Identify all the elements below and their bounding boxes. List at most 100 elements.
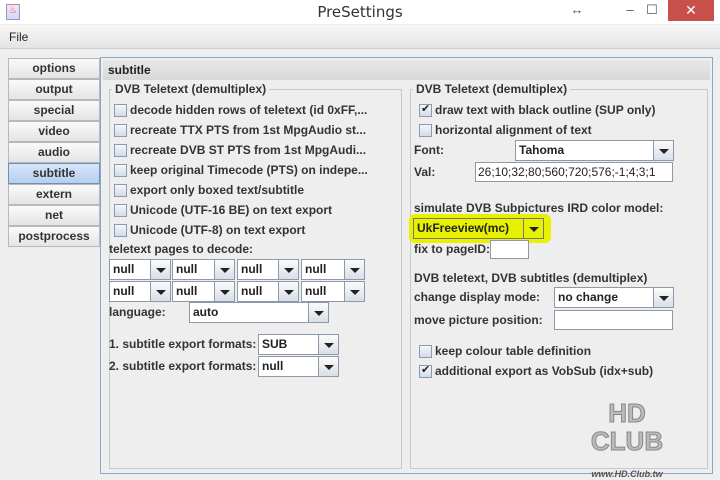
chevron-down-icon: [318, 335, 338, 354]
unicode-utf16-checkbox[interactable]: [114, 204, 127, 217]
page-value: null: [113, 262, 135, 276]
move-position-input[interactable]: [554, 310, 673, 330]
tab-video[interactable]: video: [8, 121, 100, 142]
page-select-4[interactable]: null: [301, 259, 365, 280]
export2-value: null: [262, 359, 284, 373]
page-select-5[interactable]: null: [109, 281, 171, 302]
font-select[interactable]: Tahoma: [515, 140, 674, 161]
chevron-down-icon: [214, 260, 234, 279]
simulate-label: simulate DVB Subpictures IRD color model…: [414, 201, 664, 215]
recreate-ttx-pts-label: recreate TTX PTS from 1st MpgAudio st...: [130, 123, 367, 137]
watermark-text: HD CLUB: [590, 398, 664, 456]
page-select-6[interactable]: null: [172, 281, 235, 302]
minimize-button[interactable]: –: [620, 2, 640, 17]
chevron-down-icon: [653, 288, 673, 307]
tab-options[interactable]: options: [8, 58, 100, 79]
menu-file[interactable]: File: [9, 30, 28, 44]
export1-select[interactable]: SUB: [258, 334, 339, 355]
tab-audio[interactable]: audio: [8, 142, 100, 163]
display-mode-value: no change: [558, 290, 619, 304]
chevron-down-icon: [344, 260, 364, 279]
val-input[interactable]: 26;10;32;80;560;720;576;-1;4;3;1: [475, 162, 673, 182]
val-label: Val:: [414, 165, 436, 179]
black-outline-checkbox[interactable]: [419, 102, 432, 117]
page-select-1[interactable]: null: [109, 259, 171, 280]
display-mode-select[interactable]: no change: [554, 287, 674, 308]
unicode-utf8-label: Unicode (UTF-8) on text export: [130, 223, 306, 237]
move-position-label: move picture position:: [414, 313, 543, 327]
chevron-down-icon: [318, 357, 338, 376]
page-value: null: [176, 284, 198, 298]
close-button[interactable]: ✕: [668, 0, 714, 21]
pages-label: teletext pages to decode:: [109, 242, 254, 256]
panel-header: subtitle: [103, 60, 710, 80]
hdclub-watermark-logo: HD CLUB www.HD.Club.tw: [582, 393, 672, 480]
title-bar: ♨ PreSettings ↔ – ☐ ✕: [0, 0, 720, 24]
black-outline-label: draw text with black outline (SUP only): [435, 103, 656, 117]
pageid-input[interactable]: [490, 240, 529, 259]
watermark-url: www.HD.Club.tw: [591, 469, 663, 479]
chevron-down-icon: [278, 260, 298, 279]
font-label: Font:: [414, 143, 444, 157]
page-value: null: [241, 262, 263, 276]
tab-postprocess[interactable]: postprocess: [8, 226, 100, 247]
tab-extern[interactable]: extern: [8, 184, 100, 205]
keep-timecode-checkbox[interactable]: [114, 164, 127, 177]
tab-output[interactable]: output: [8, 79, 100, 100]
chevron-down-icon: [308, 303, 328, 322]
color-model-select[interactable]: UkFreeview(mc): [413, 218, 544, 239]
recreate-dvb-st-pts-checkbox[interactable]: [114, 144, 127, 157]
chevron-down-icon: [344, 282, 364, 301]
chevron-down-icon: [214, 282, 234, 301]
page-select-3[interactable]: null: [237, 259, 299, 280]
vobsub-export-checkbox[interactable]: [419, 363, 432, 378]
color-model-value: UkFreeview(mc): [417, 221, 510, 235]
section2-label: DVB teletext, DVB subtitles (demultiplex…: [414, 271, 648, 285]
maximize-button[interactable]: ☐: [642, 2, 662, 18]
unicode-utf8-checkbox[interactable]: [114, 224, 127, 237]
export1-label: 1. subtitle export formats:: [109, 337, 257, 351]
unicode-utf16-label: Unicode (UTF-16 BE) on text export: [130, 203, 333, 217]
decode-hidden-rows-checkbox[interactable]: [114, 104, 127, 117]
tab-special[interactable]: special: [8, 100, 100, 121]
page-select-8[interactable]: null: [301, 281, 365, 302]
page-value: null: [176, 262, 198, 276]
page-value: null: [241, 284, 263, 298]
right-group-title: DVB Teletext (demultiplex): [413, 82, 571, 96]
page-value: null: [305, 284, 327, 298]
vobsub-export-label: additional export as VobSub (idx+sub): [435, 364, 654, 378]
keep-colour-table-label: keep colour table definition: [435, 344, 592, 358]
horizontal-align-checkbox[interactable]: [419, 124, 432, 137]
export-boxed-checkbox[interactable]: [114, 184, 127, 197]
keep-colour-table-checkbox[interactable]: [419, 345, 432, 358]
window-title: PreSettings: [317, 3, 403, 21]
chevron-down-icon: [653, 141, 673, 160]
chevron-down-icon: [278, 282, 298, 301]
page-select-7[interactable]: null: [237, 281, 299, 302]
language-select[interactable]: auto: [189, 302, 329, 323]
page-value: null: [113, 284, 135, 298]
display-mode-label: change display mode:: [414, 290, 541, 304]
pageid-label: fix to pageID:: [414, 242, 491, 256]
chevron-down-icon: [523, 219, 543, 238]
recreate-ttx-pts-checkbox[interactable]: [114, 124, 127, 137]
font-value: Tahoma: [519, 143, 565, 157]
chevron-down-icon: [150, 260, 170, 279]
language-label: language:: [109, 305, 166, 319]
horizontal-align-label: horizontal alignment of text: [435, 123, 592, 137]
left-group-title: DVB Teletext (demultiplex): [112, 82, 270, 96]
menu-bar: File: [0, 25, 720, 49]
chevron-down-icon: [150, 282, 170, 301]
page-select-2[interactable]: null: [172, 259, 235, 280]
export2-label: 2. subtitle export formats:: [109, 359, 257, 373]
export1-value: SUB: [262, 337, 288, 351]
decode-hidden-rows-label: decode hidden rows of teletext (id 0xFF,…: [130, 103, 368, 117]
tab-net[interactable]: net: [8, 205, 100, 226]
resize-icon: ↔: [570, 2, 584, 17]
tab-subtitle[interactable]: subtitle: [8, 163, 100, 184]
keep-timecode-label: keep original Timecode (PTS) on indepe..…: [130, 163, 368, 177]
page-value: null: [305, 262, 327, 276]
language-value: auto: [193, 305, 219, 319]
export2-select[interactable]: null: [258, 356, 339, 377]
recreate-dvb-st-pts-label: recreate DVB ST PTS from 1st MpgAudi...: [130, 143, 367, 157]
